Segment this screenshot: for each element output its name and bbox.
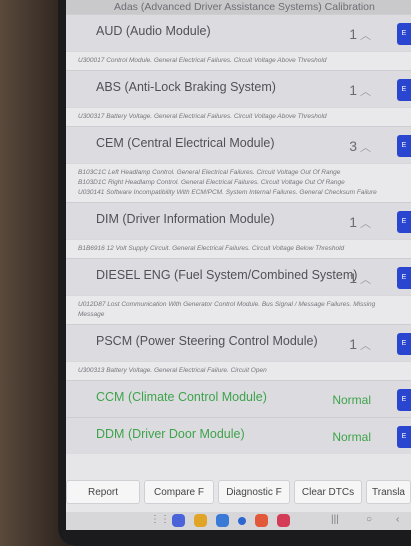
dtc-item: B1B6916 12 Volt Supply Circuit. General … — [78, 245, 345, 252]
chevron-up-icon: ︿ — [360, 274, 371, 286]
module-row-cem[interactable]: CEM (Central Electrical Module) 3 ︿ E — [66, 126, 411, 163]
module-name: ABS (Anti-Lock Braking System) — [96, 80, 276, 94]
app-shortcut-icon[interactable] — [255, 514, 268, 527]
dtc-item: U030141 Software Incompatibility With EC… — [78, 189, 377, 196]
app-shortcut-icon[interactable] — [194, 514, 207, 527]
module-status: Normal — [332, 393, 371, 407]
module-action-button[interactable]: E — [397, 426, 411, 448]
android-navbar: ⋮⋮ ||| ○ ‹ — [66, 512, 411, 530]
module-name: CEM (Central Electrical Module) — [96, 136, 275, 150]
dtc-count[interactable]: 1 ︿ — [349, 82, 371, 99]
app-screen: Adas (Advanced Driver Assistance Systems… — [66, 0, 411, 530]
dtc-count[interactable]: 1 ︿ — [349, 214, 371, 231]
app-dock — [172, 514, 290, 527]
compare-button[interactable]: Compare F — [144, 480, 214, 504]
dtc-list: U012D87 Lost Communication With Generato… — [66, 295, 411, 324]
module-action-button[interactable]: E — [397, 135, 411, 157]
dtc-list: U300317 Battery Voltage. General Electri… — [66, 107, 411, 126]
module-name: DIESEL ENG (Fuel System/Combined System) — [96, 268, 358, 282]
module-row-diesel-eng[interactable]: DIESEL ENG (Fuel System/Combined System)… — [66, 258, 411, 295]
report-button[interactable]: Report — [66, 480, 140, 504]
module-name: PSCM (Power Steering Control Module) — [96, 334, 318, 348]
dtc-count[interactable]: 3 ︿ — [349, 138, 371, 155]
module-action-button[interactable]: E — [397, 23, 411, 45]
clear-dtcs-button[interactable]: Clear DTCs — [294, 480, 362, 504]
dtc-list: U300017 Control Module. General Electric… — [66, 51, 411, 70]
dtc-item: U012D87 Lost Communication With Generato… — [78, 301, 376, 318]
module-row-pscm[interactable]: PSCM (Power Steering Control Module) 1 ︿ … — [66, 324, 411, 361]
module-name: CCM (Climate Control Module) — [96, 390, 267, 404]
dtc-item: U300313 Battery Voltage. General Electri… — [78, 367, 267, 374]
module-action-button[interactable]: E — [397, 79, 411, 101]
diagnostic-button[interactable]: Diagnostic F — [218, 480, 290, 504]
module-status: Normal — [332, 430, 371, 444]
action-toolbar: Report Compare F Diagnostic F Clear DTCs… — [66, 472, 411, 512]
module-row-ddm[interactable]: DDM (Driver Door Module) Normal E — [66, 417, 411, 454]
module-action-button[interactable]: E — [397, 389, 411, 411]
module-row-dim[interactable]: DIM (Driver Information Module) 1 ︿ E — [66, 202, 411, 239]
dtc-count[interactable]: 1 ︿ — [349, 270, 371, 287]
module-action-button[interactable]: E — [397, 333, 411, 355]
dtc-list: B1B6916 12 Volt Supply Circuit. General … — [66, 239, 411, 258]
module-list: AUD (Audio Module) 1 ︿ E U300017 Control … — [66, 14, 411, 454]
module-action-button[interactable]: E — [397, 267, 411, 289]
recent-apps-icon[interactable]: ||| — [331, 514, 339, 525]
dtc-item: B103D1C Right Headlamp Control. General … — [78, 179, 345, 186]
chevron-up-icon: ︿ — [360, 340, 371, 352]
chevron-up-icon: ︿ — [360, 86, 371, 98]
dtc-item: U300017 Control Module. General Electric… — [78, 57, 327, 64]
app-shortcut-icon[interactable] — [216, 514, 229, 527]
module-row-ccm[interactable]: CCM (Climate Control Module) Normal E — [66, 380, 411, 417]
dtc-count[interactable]: 1 ︿ — [349, 26, 371, 43]
chevron-up-icon: ︿ — [360, 30, 371, 42]
module-name: DIM (Driver Information Module) — [96, 212, 275, 226]
dtc-list: B103C1C Left Headlamp Control. General E… — [66, 163, 411, 202]
module-row-abs[interactable]: ABS (Anti-Lock Braking System) 1 ︿ E — [66, 70, 411, 107]
module-action-button[interactable]: E — [397, 211, 411, 233]
dtc-count[interactable]: 1 ︿ — [349, 336, 371, 353]
app-shortcut-icon[interactable] — [238, 516, 246, 525]
adas-calibration-banner[interactable]: Adas (Advanced Driver Assistance Systems… — [66, 0, 411, 14]
apps-grid-icon[interactable]: ⋮⋮ — [150, 514, 170, 525]
app-shortcut-icon[interactable] — [277, 514, 290, 527]
module-name: AUD (Audio Module) — [96, 24, 211, 38]
app-shortcut-icon[interactable] — [172, 514, 185, 527]
home-icon[interactable]: ○ — [366, 514, 372, 525]
dtc-item: B103C1C Left Headlamp Control. General E… — [78, 169, 341, 176]
dtc-item: U300317 Battery Voltage. General Electri… — [78, 113, 327, 120]
module-row-aud[interactable]: AUD (Audio Module) 1 ︿ E — [66, 14, 411, 51]
dtc-list: U300313 Battery Voltage. General Electri… — [66, 361, 411, 380]
chevron-up-icon: ︿ — [360, 218, 371, 230]
chevron-up-icon: ︿ — [360, 142, 371, 154]
module-name: DDM (Driver Door Module) — [96, 427, 245, 441]
back-icon[interactable]: ‹ — [396, 514, 399, 525]
translate-button[interactable]: Transla — [366, 480, 411, 504]
